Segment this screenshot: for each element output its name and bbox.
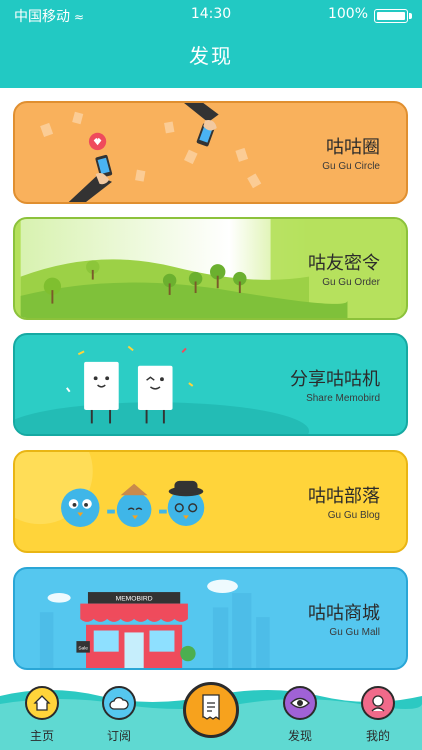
- tab-subscribe[interactable]: 订阅: [89, 686, 149, 750]
- tab-label: 我的: [365, 729, 390, 743]
- card-subtitle: Gu Gu Mall: [329, 627, 380, 638]
- card-gugu-order[interactable]: 咕友密令 Gu Gu Order: [13, 217, 408, 320]
- tab-label: 订阅: [106, 729, 131, 743]
- eye-icon: [283, 686, 317, 720]
- tab-discover[interactable]: 发现: [270, 686, 330, 750]
- battery-level: [377, 12, 405, 20]
- page-title: 发现: [189, 44, 233, 68]
- card-title: 分享咕咕机: [290, 369, 380, 390]
- top-header: 中国移动 ≈ 14:30 100% 发现: [0, 0, 422, 88]
- card-gugu-circle[interactable]: 咕咕圈 Gu Gu Circle: [13, 101, 408, 204]
- user-icon: [361, 686, 395, 720]
- tab-label: 发现: [287, 729, 312, 743]
- card-title: 咕咕圈: [326, 137, 380, 158]
- receipt-icon: [199, 693, 223, 727]
- shop-window-sign: Sale: [78, 646, 88, 652]
- tab-profile[interactable]: 我的: [348, 686, 408, 750]
- card-gugu-blog[interactable]: 咕咕部落 Gu Gu Blog: [13, 450, 408, 553]
- card-subtitle: Share Memobird: [306, 393, 380, 404]
- card-share-memobird[interactable]: 分享咕咕机 Share Memobird: [13, 333, 408, 436]
- card-title: 咕友密令: [308, 253, 380, 274]
- cloud-icon: [102, 686, 136, 720]
- home-icon: [25, 686, 59, 720]
- shop-sign-text: MEMOBIRD: [116, 596, 153, 603]
- card-subtitle: Gu Gu Blog: [327, 510, 380, 521]
- tab-home[interactable]: 主页: [12, 686, 72, 750]
- tab-label: 主页: [29, 729, 54, 743]
- print-button[interactable]: [183, 682, 239, 738]
- card-gugu-mall[interactable]: MEMOBIRD Sale 咕咕商城 Gu Gu Mall: [13, 567, 408, 670]
- battery-icon: [374, 9, 412, 23]
- bottom-tab-bar: 主页 订阅 发现 我的: [0, 682, 422, 750]
- card-subtitle: Gu Gu Order: [322, 277, 380, 288]
- battery-percent: 100%: [327, 6, 368, 22]
- card-title: 咕咕部落: [308, 486, 380, 507]
- card-title: 咕咕商城: [308, 603, 380, 624]
- card-subtitle: Gu Gu Circle: [322, 161, 380, 172]
- status-bar: 中国移动 ≈ 14:30 100%: [0, 6, 422, 26]
